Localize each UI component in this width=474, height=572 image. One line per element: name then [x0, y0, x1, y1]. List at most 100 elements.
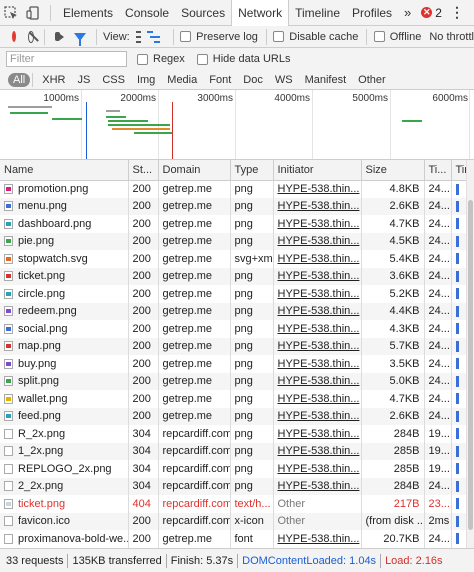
request-row[interactable]: promotion.png 200 getrep.me png HYPE-538.thi… [0, 180, 474, 198]
inspect-element-icon[interactable] [0, 0, 22, 26]
initiator-link[interactable]: HYPE-538.thin... [278, 480, 360, 492]
initiator-link[interactable]: HYPE-538.thin... [278, 288, 360, 300]
request-initiator[interactable]: HYPE-538.thin... [273, 267, 362, 285]
request-name-cell[interactable]: split.png [0, 372, 129, 390]
type-filter-all[interactable]: All [8, 72, 31, 87]
request-row[interactable]: ticket.png 200 getrep.me png HYPE-538.thin..… [0, 267, 474, 285]
type-filter-font[interactable]: Font [204, 73, 236, 87]
request-initiator[interactable]: Other [273, 495, 362, 513]
request-name-cell[interactable]: R_2x.png [0, 425, 129, 443]
request-name-cell[interactable]: menu.png [0, 197, 129, 215]
column-header-status[interactable]: St... [128, 160, 159, 181]
request-initiator[interactable]: HYPE-538.thin... [273, 460, 362, 478]
tab-profiles[interactable]: Profiles [346, 0, 398, 26]
request-name-cell[interactable]: pie.png [0, 232, 129, 250]
type-filter-doc[interactable]: Doc [238, 73, 268, 87]
customize-menu-icon[interactable]: ⋮ [450, 4, 464, 21]
request-initiator[interactable]: HYPE-538.thin... [273, 407, 362, 425]
request-name-cell[interactable]: favicon.ico [0, 512, 129, 530]
scrollbar-thumb[interactable] [468, 200, 473, 530]
large-rows-icon[interactable] [135, 30, 141, 43]
column-header-initiator[interactable]: Initiator [273, 160, 362, 181]
type-filter-manifest[interactable]: Manifest [300, 73, 352, 87]
clear-icon[interactable] [27, 30, 34, 43]
request-initiator[interactable]: HYPE-538.thin... [273, 180, 362, 198]
request-row[interactable]: ticket.png 404 repcardiff.com text/h... Othe… [0, 495, 474, 513]
tab-elements[interactable]: Elements [57, 0, 119, 26]
overview-icon[interactable] [146, 30, 160, 43]
request-initiator[interactable]: HYPE-538.thin... [273, 250, 362, 268]
request-initiator[interactable]: HYPE-538.thin... [273, 197, 362, 215]
type-filter-other[interactable]: Other [353, 73, 391, 87]
request-initiator[interactable]: HYPE-538.thin... [273, 390, 362, 408]
request-name-cell[interactable]: social.png [0, 320, 129, 338]
initiator-link[interactable]: HYPE-538.thin... [278, 428, 360, 440]
type-filter-js[interactable]: JS [72, 73, 95, 87]
initiator-link[interactable]: HYPE-538.thin... [278, 218, 360, 230]
column-header-domain[interactable]: Domain [158, 160, 231, 181]
tab-console[interactable]: Console [119, 0, 175, 26]
type-filter-ws[interactable]: WS [270, 73, 298, 87]
request-name-cell[interactable]: map.png [0, 337, 129, 355]
request-row[interactable]: favicon.ico 200 repcardiff.com x-icon Other (… [0, 512, 474, 530]
initiator-link[interactable]: HYPE-538.thin... [278, 375, 360, 387]
request-name-cell[interactable]: 1_2x.png [0, 442, 129, 460]
filter-icon[interactable] [73, 32, 86, 46]
type-filter-xhr[interactable]: XHR [37, 73, 70, 87]
request-row[interactable]: 1_2x.png 304 repcardiff.com png HYPE-538.thi… [0, 442, 474, 460]
initiator-link[interactable]: HYPE-538.thin... [278, 358, 360, 370]
request-name-cell[interactable]: circle.png [0, 285, 129, 303]
column-header-time[interactable]: Ti... [424, 160, 452, 181]
initiator-link[interactable]: HYPE-538.thin... [278, 393, 360, 405]
requests-scrollbar[interactable] [466, 160, 474, 548]
request-name-cell[interactable]: promotion.png [0, 180, 129, 198]
type-filter-img[interactable]: Img [132, 73, 160, 87]
request-row[interactable]: redeem.png 200 getrep.me png HYPE-538.thin..… [0, 302, 474, 320]
initiator-link[interactable]: HYPE-538.thin... [278, 410, 360, 422]
request-row[interactable]: split.png 200 getrep.me png HYPE-538.thin...… [0, 372, 474, 390]
request-name-cell[interactable]: 2_2x.png [0, 477, 129, 495]
request-name-cell[interactable]: dashboard.png [0, 215, 129, 233]
request-initiator[interactable]: HYPE-538.thin... [273, 442, 362, 460]
request-initiator[interactable]: HYPE-538.thin... [273, 477, 362, 495]
request-name-cell[interactable]: ticket.png [0, 495, 129, 513]
request-row[interactable]: proximanova-bold-we... 200 getrep.me font HY… [0, 530, 474, 548]
request-initiator[interactable]: HYPE-538.thin... [273, 372, 362, 390]
request-initiator[interactable]: HYPE-538.thin... [273, 425, 362, 443]
capture-screenshots-icon[interactable] [54, 32, 64, 41]
request-row[interactable]: social.png 200 getrep.me png HYPE-538.thin..… [0, 320, 474, 338]
type-filter-css[interactable]: CSS [97, 73, 130, 87]
tab-sources[interactable]: Sources [175, 0, 231, 26]
initiator-link[interactable]: HYPE-538.thin... [278, 200, 360, 212]
request-initiator[interactable]: Other [273, 512, 362, 530]
request-name-cell[interactable]: redeem.png [0, 302, 129, 320]
initiator-link[interactable]: HYPE-538.thin... [278, 305, 360, 317]
record-icon[interactable] [12, 31, 16, 42]
error-count-badge[interactable]: ✕ 2 [421, 6, 442, 20]
offline-checkbox[interactable]: Offline [373, 31, 421, 43]
request-initiator[interactable]: HYPE-538.thin... [273, 530, 362, 548]
tab-timeline[interactable]: Timeline [289, 0, 346, 26]
initiator-link[interactable]: HYPE-538.thin... [278, 533, 360, 545]
more-tabs-button[interactable]: » [398, 0, 417, 26]
network-overview-timeline[interactable]: 1000ms 2000ms 3000ms 4000ms 5000ms 6000m… [0, 90, 474, 160]
device-toolbar-icon[interactable] [22, 0, 44, 26]
request-initiator[interactable]: HYPE-538.thin... [273, 355, 362, 373]
request-row[interactable]: R_2x.png 304 repcardiff.com png HYPE-538.thi… [0, 425, 474, 443]
column-header-type[interactable]: Type [230, 160, 274, 181]
request-name-cell[interactable]: ticket.png [0, 267, 129, 285]
request-initiator[interactable]: HYPE-538.thin... [273, 320, 362, 338]
request-row[interactable]: stopwatch.svg 200 getrep.me svg+xml HYPE-538… [0, 250, 474, 268]
initiator-link[interactable]: HYPE-538.thin... [278, 183, 360, 195]
initiator-link[interactable]: HYPE-538.thin... [278, 463, 360, 475]
initiator-link[interactable]: HYPE-538.thin... [278, 340, 360, 352]
request-row[interactable]: buy.png 200 getrep.me png HYPE-538.thin... 3.… [0, 355, 474, 373]
initiator-link[interactable]: HYPE-538.thin... [278, 270, 360, 282]
request-row[interactable]: circle.png 200 getrep.me png HYPE-538.thin..… [0, 285, 474, 303]
initiator-link[interactable]: HYPE-538.thin... [278, 445, 360, 457]
column-header-size[interactable]: Size [361, 160, 425, 181]
request-row[interactable]: REPLOGO_2x.png 304 repcardiff.com png HYPE-5… [0, 460, 474, 478]
initiator-link[interactable]: HYPE-538.thin... [278, 323, 360, 335]
request-initiator[interactable]: HYPE-538.thin... [273, 302, 362, 320]
type-filter-media[interactable]: Media [162, 73, 202, 87]
